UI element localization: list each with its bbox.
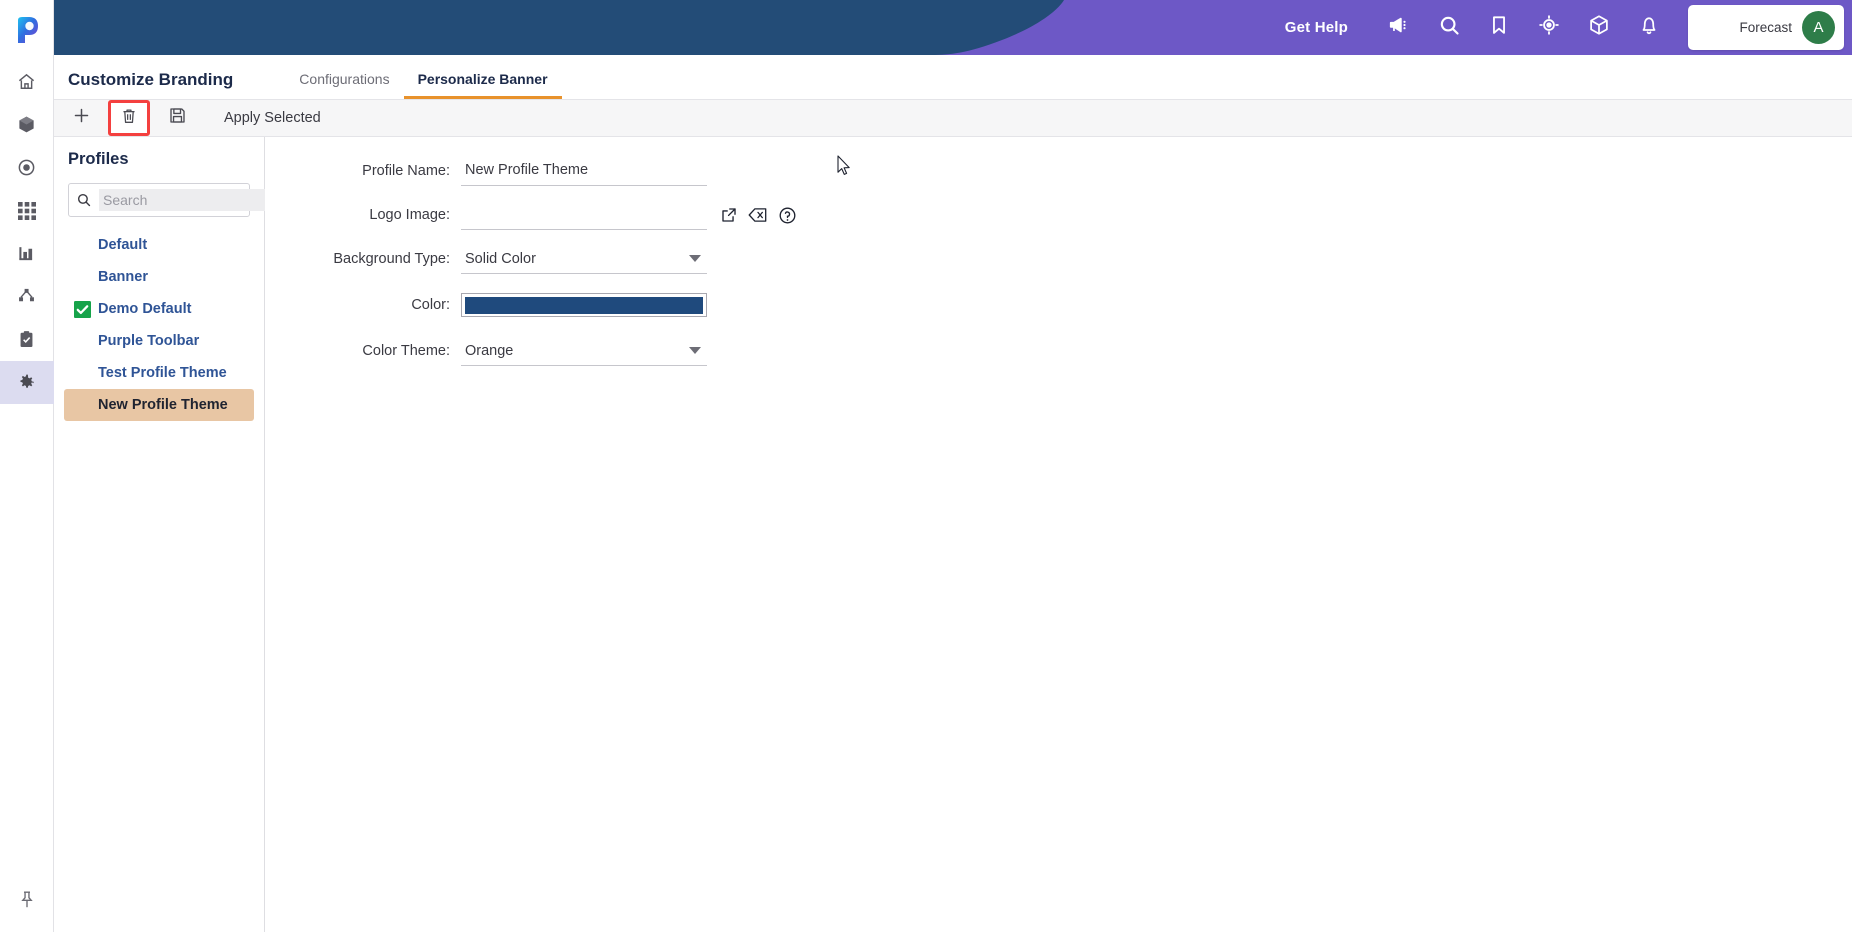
page-titlebar: Customize Branding Configurations Person… (54, 55, 1852, 99)
packages-button[interactable] (1574, 0, 1624, 55)
color-theme-row: Color Theme: Orange (265, 333, 1852, 369)
pin-rail-button[interactable] (0, 872, 54, 932)
grid-icon (17, 201, 36, 220)
external-link-icon[interactable] (720, 206, 738, 224)
color-label: Color: (411, 297, 450, 313)
color-theme-value: Orange (465, 342, 514, 359)
sidebar-item-apps[interactable] (0, 189, 54, 232)
search-icon (69, 192, 99, 208)
get-help-link[interactable]: Get Help (1285, 19, 1348, 36)
profile-name-row: Profile Name: (265, 153, 1852, 189)
app-logo[interactable] (0, 0, 54, 60)
header-actions: Get Help Forecast A (1285, 0, 1852, 55)
color-row: Color: (265, 285, 1852, 325)
target-icon (17, 158, 36, 177)
list-item-label: Demo Default (98, 301, 192, 317)
megaphone-icon (1388, 14, 1410, 41)
profiles-panel: Profiles Default Banner (54, 137, 288, 932)
crosshair-icon (1538, 14, 1560, 41)
box-icon (17, 115, 36, 134)
logo-image-actions (720, 206, 797, 225)
background-type-value: Solid Color (465, 250, 536, 267)
sidebar-item-reports[interactable] (0, 232, 54, 275)
sidebar-item-hierarchy[interactable] (0, 275, 54, 318)
list-item[interactable]: Purple Toolbar (64, 325, 254, 357)
chevron-down-icon (689, 347, 701, 354)
clipboard-check-icon (17, 330, 36, 349)
background-type-label: Background Type: (333, 251, 450, 267)
tab-configurations[interactable]: Configurations (285, 71, 403, 99)
cube-icon (1588, 14, 1610, 41)
list-item[interactable]: Banner (64, 261, 254, 293)
banner-form: Profile Name: Logo Image: (265, 137, 1852, 932)
home-icon (17, 72, 36, 91)
bar-chart-icon (17, 244, 36, 263)
tab-bar: Configurations Personalize Banner (285, 55, 562, 99)
user-menu-button[interactable]: Forecast A (1688, 5, 1844, 50)
user-name: Forecast (1739, 20, 1792, 35)
tab-personalize-banner[interactable]: Personalize Banner (403, 71, 562, 99)
background-type-select[interactable]: Solid Color (461, 244, 707, 274)
plus-icon (72, 106, 91, 130)
color-swatch (465, 296, 703, 314)
notifications-button[interactable] (1624, 0, 1674, 55)
delete-profile-button[interactable] (108, 100, 150, 136)
profiles-search (68, 183, 288, 217)
announcements-button[interactable] (1374, 0, 1424, 55)
profile-list: Default Banner Demo Default Purple Toolb… (54, 229, 264, 421)
logo-image-label: Logo Image: (369, 207, 450, 223)
list-item-label: Banner (98, 269, 148, 285)
backspace-icon[interactable] (748, 206, 768, 224)
left-nav-rail (0, 0, 54, 932)
profile-checkbox-checked[interactable] (72, 300, 92, 318)
logo-image-row: Logo Image: (265, 197, 1852, 233)
save-profile-button[interactable] (156, 100, 198, 136)
profile-name-input[interactable] (461, 156, 707, 186)
focus-button[interactable] (1524, 0, 1574, 55)
list-item[interactable]: Default (64, 229, 254, 261)
logo-image-input[interactable] (461, 200, 707, 230)
trash-icon (120, 107, 138, 130)
search-input[interactable] (99, 189, 288, 211)
sidebar-item-packages[interactable] (0, 103, 54, 146)
apply-selected-button[interactable]: Apply Selected (224, 110, 321, 126)
gear-icon (17, 373, 36, 392)
avatar: A (1802, 11, 1835, 44)
list-item-label: Default (98, 237, 148, 253)
save-icon (168, 106, 187, 130)
sidebar-item-tasks[interactable] (0, 318, 54, 361)
list-item-selected[interactable]: New Profile Theme (64, 389, 254, 421)
sidebar-item-home[interactable] (0, 60, 54, 103)
sidebar-item-settings[interactable] (0, 361, 54, 404)
help-circle-icon[interactable] (778, 206, 797, 225)
color-theme-label: Color Theme: (362, 343, 450, 359)
action-toolbar: Apply Selected (54, 99, 1852, 137)
application-window: Get Help Forecast A Customize Branding C… (0, 0, 1852, 932)
background-type-row: Background Type: Solid Color (265, 241, 1852, 277)
list-item-label: Test Profile Theme (98, 365, 227, 381)
list-item-label: Purple Toolbar (98, 333, 200, 349)
chevron-down-icon (689, 255, 701, 262)
hierarchy-icon (17, 287, 36, 306)
search-button[interactable] (1424, 0, 1474, 55)
top-header-bar: Get Help Forecast A (54, 0, 1852, 55)
bookmark-icon (1488, 14, 1510, 41)
list-item[interactable]: Test Profile Theme (64, 357, 254, 389)
profiles-heading: Profiles (68, 150, 129, 168)
search-icon (1438, 14, 1461, 42)
color-theme-select[interactable]: Orange (461, 336, 707, 366)
list-item-label: New Profile Theme (98, 397, 228, 413)
color-picker[interactable] (461, 293, 707, 317)
bell-icon (1638, 14, 1660, 41)
sidebar-item-targets[interactable] (0, 146, 54, 189)
list-item[interactable]: Demo Default (64, 293, 254, 325)
profile-name-label: Profile Name: (362, 163, 450, 179)
pushpin-icon (18, 890, 36, 915)
bookmarks-button[interactable] (1474, 0, 1524, 55)
page-title: Customize Branding (68, 70, 234, 89)
add-profile-button[interactable] (60, 100, 102, 136)
